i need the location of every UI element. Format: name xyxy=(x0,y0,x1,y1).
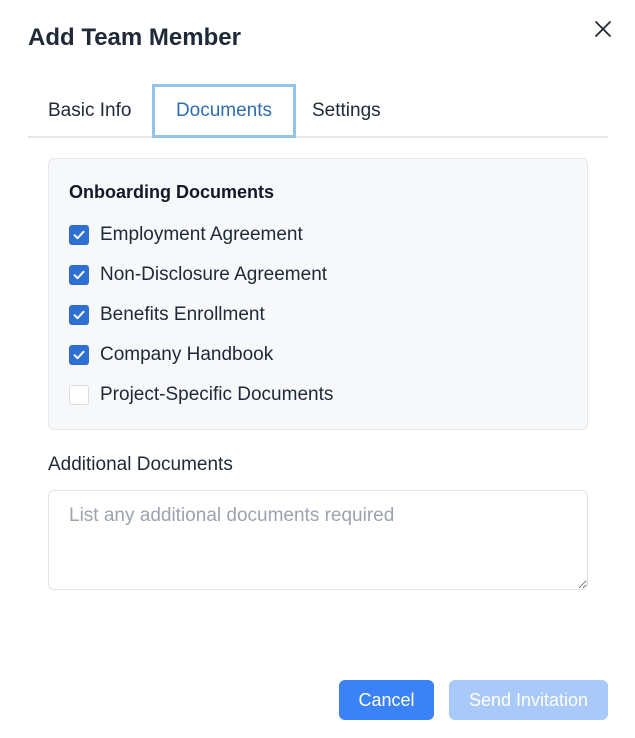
cancel-button[interactable]: Cancel xyxy=(339,680,434,720)
checkbox-employment-agreement[interactable]: Employment Agreement xyxy=(69,223,303,247)
checkmark-icon xyxy=(73,270,85,280)
checkbox-checked[interactable] xyxy=(69,305,89,325)
checkmark-icon xyxy=(73,350,85,360)
checkbox-checked[interactable] xyxy=(69,265,89,285)
checkbox-project-specific-documents[interactable]: Project-Specific Documents xyxy=(69,383,333,407)
checkbox-label: Company Handbook xyxy=(100,344,274,365)
tab-basic-info[interactable]: Basic Info xyxy=(28,84,152,138)
checkbox-label: Project-Specific Documents xyxy=(100,384,334,405)
dialog-title: Add Team Member xyxy=(28,24,241,51)
tab-settings[interactable]: Settings xyxy=(296,84,404,138)
checkbox-non-disclosure-agreement[interactable]: Non-Disclosure Agreement xyxy=(69,263,327,287)
additional-documents-textarea[interactable] xyxy=(48,490,588,590)
checkbox-label: Benefits Enrollment xyxy=(100,304,265,325)
onboarding-documents-title: Onboarding Documents xyxy=(69,182,275,202)
close-icon xyxy=(595,21,611,37)
checkbox-label: Employment Agreement xyxy=(100,224,303,245)
onboarding-documents-panel: Onboarding Documents Employment Agreemen… xyxy=(48,158,588,430)
send-invitation-button[interactable]: Send Invitation xyxy=(449,680,608,720)
add-team-member-dialog: Add Team Member Basic Info Documents Set… xyxy=(0,0,635,738)
checkbox-benefits-enrollment[interactable]: Benefits Enrollment xyxy=(69,303,265,327)
checkmark-icon xyxy=(73,230,85,240)
additional-documents-label: Additional Documents xyxy=(48,454,233,475)
checkbox-checked[interactable] xyxy=(69,225,89,245)
checkbox-company-handbook[interactable]: Company Handbook xyxy=(69,343,273,367)
checkbox-label: Non-Disclosure Agreement xyxy=(100,264,328,285)
tab-documents[interactable]: Documents xyxy=(152,84,296,138)
checkbox-unchecked[interactable] xyxy=(69,385,89,405)
tab-bar: Basic Info Documents Settings xyxy=(28,84,608,138)
checkbox-checked[interactable] xyxy=(69,345,89,365)
checkmark-icon xyxy=(73,310,85,320)
close-button[interactable] xyxy=(590,16,616,42)
